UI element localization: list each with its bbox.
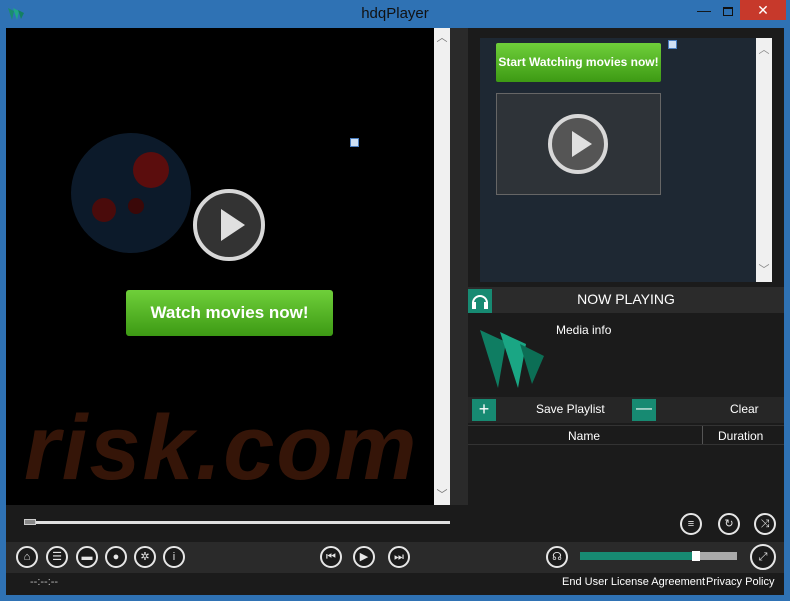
playlist-header: Name Duration bbox=[468, 425, 784, 445]
record-icon[interactable]: ● bbox=[105, 546, 127, 568]
start-watching-button[interactable]: Start Watching movies now! bbox=[496, 43, 661, 82]
minimize-button[interactable]: — bbox=[690, 2, 718, 22]
playlist-list[interactable] bbox=[468, 445, 784, 505]
privacy-policy-link[interactable]: Privacy Policy bbox=[706, 576, 774, 588]
lyrics-icon[interactable]: ≡ bbox=[680, 513, 702, 535]
remove-from-playlist-button[interactable]: — bbox=[632, 399, 656, 421]
volume-thumb[interactable] bbox=[692, 551, 701, 561]
home-icon[interactable]: ⌂ bbox=[16, 546, 38, 568]
window-title: hdqPlayer bbox=[361, 5, 429, 22]
ad-choices-icon[interactable] bbox=[350, 138, 359, 147]
playlist-toolbar: + Save Playlist — Clear bbox=[468, 397, 784, 423]
close-button[interactable]: ✕ bbox=[740, 0, 786, 20]
player-client-area: Watch movies now! ︿ ﹀ Start Watching mov… bbox=[6, 28, 784, 595]
seek-area bbox=[6, 505, 468, 542]
next-icon[interactable]: ⏭ bbox=[388, 546, 410, 568]
panel-separator bbox=[450, 28, 468, 505]
fullscreen-icon[interactable]: ⤢ bbox=[750, 544, 776, 570]
maximize-button[interactable] bbox=[718, 2, 740, 22]
headphones-glyph bbox=[472, 295, 488, 309]
watch-movies-button[interactable]: Watch movies now! bbox=[126, 290, 333, 336]
chevron-up-icon[interactable]: ︿ bbox=[756, 42, 772, 58]
playlist-controls: ≡ ↻ ⤨ bbox=[468, 505, 784, 542]
background-logo-graphic bbox=[71, 133, 191, 253]
play-icon[interactable] bbox=[193, 189, 265, 261]
chevron-up-icon[interactable]: ︿ bbox=[434, 30, 450, 46]
seek-slider-thumb[interactable] bbox=[24, 519, 36, 525]
settings-icon[interactable]: ✲ bbox=[134, 546, 156, 568]
control-bar: ⌂ ☰ ▬ ● ✲ i ⏮ ▶ ⏭ ☊ ⤢ bbox=[6, 542, 784, 573]
headphones-icon[interactable] bbox=[468, 289, 492, 313]
footer: --:--:-- End User License Agreement Priv… bbox=[6, 573, 784, 595]
add-to-playlist-button[interactable]: + bbox=[472, 399, 496, 421]
column-divider[interactable] bbox=[702, 426, 703, 444]
shuffle-icon[interactable]: ⤨ bbox=[754, 513, 776, 535]
chevron-down-icon[interactable]: ﹀ bbox=[756, 262, 772, 278]
seek-slider-track[interactable] bbox=[24, 521, 450, 524]
now-playing-header: NOW PLAYING bbox=[468, 287, 784, 313]
maximize-icon bbox=[723, 7, 733, 16]
watermark-text: risk.com bbox=[24, 397, 419, 499]
column-header-name[interactable]: Name bbox=[568, 429, 600, 443]
media-info-area: Media info bbox=[468, 314, 784, 399]
app-logo-icon bbox=[480, 330, 544, 388]
play-icon[interactable]: ▶ bbox=[353, 546, 375, 568]
repeat-icon[interactable]: ↻ bbox=[718, 513, 740, 535]
video-scrollbar[interactable]: ︿ ﹀ bbox=[434, 28, 450, 505]
column-header-duration[interactable]: Duration bbox=[718, 429, 763, 443]
info-icon[interactable]: i bbox=[163, 546, 185, 568]
ad-panel[interactable]: Start Watching movies now! bbox=[480, 38, 756, 282]
app-window: hdqPlayer — ✕ Watch movies now! ︿ ﹀ Star… bbox=[0, 0, 790, 601]
list-icon[interactable]: ☰ bbox=[46, 546, 68, 568]
title-bar[interactable]: hdqPlayer — ✕ bbox=[0, 0, 790, 28]
folder-icon[interactable]: ▬ bbox=[76, 546, 98, 568]
now-playing-title: NOW PLAYING bbox=[577, 291, 675, 307]
save-playlist-button[interactable]: Save Playlist bbox=[536, 402, 605, 416]
ad-scrollbar[interactable]: ︿ ﹀ bbox=[756, 38, 772, 282]
previous-icon[interactable]: ⏮ bbox=[320, 546, 342, 568]
eula-link[interactable]: End User License Agreement bbox=[562, 576, 705, 588]
clear-playlist-button[interactable]: Clear bbox=[730, 402, 759, 416]
ad-video-thumbnail[interactable] bbox=[496, 93, 661, 195]
media-info-label: Media info bbox=[556, 323, 612, 337]
ad-choices-icon[interactable] bbox=[668, 40, 677, 49]
volume-fill bbox=[580, 552, 697, 560]
headphones-icon[interactable]: ☊ bbox=[546, 546, 568, 568]
play-icon[interactable] bbox=[548, 114, 608, 174]
volume-slider[interactable] bbox=[580, 551, 737, 561]
time-display: --:--:-- bbox=[30, 576, 59, 588]
chevron-down-icon[interactable]: ﹀ bbox=[434, 487, 450, 503]
